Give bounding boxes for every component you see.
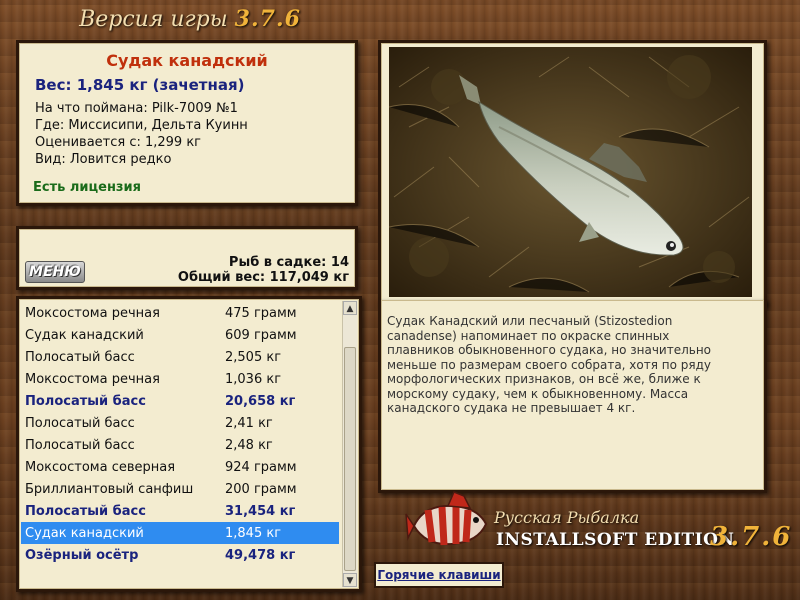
catch-row-fish-name: Полосатый басс — [25, 415, 135, 431]
scroll-down-button[interactable]: ▼ — [343, 573, 357, 587]
catch-row-weight: 2,41 кг — [225, 415, 273, 431]
catch-row-weight: 1,845 кг — [225, 525, 282, 541]
catch-list-row[interactable]: Моксостома северная 924 грамм — [21, 456, 339, 478]
license-status: Есть лицензия — [33, 180, 141, 195]
catch-row-weight: 475 грамм — [225, 305, 297, 321]
fish-weight: Вес: 1,845 кг (зачетная) — [35, 76, 245, 94]
fish-name: Судак канадский — [106, 51, 268, 70]
caught-on-line: На что поймана: Pilk-7009 №1 — [35, 101, 238, 116]
catch-row-fish-name: Судак канадский — [25, 525, 144, 541]
catch-list-row[interactable]: Полосатый басс 2,505 кг — [21, 346, 339, 368]
catch-row-weight: 200 грамм — [225, 481, 297, 497]
catch-row-fish-name: Бриллиантовый санфиш — [25, 481, 194, 497]
game-version-title: Версия игры 3.7.6 — [0, 6, 380, 32]
fish-photo — [389, 47, 752, 297]
catch-list-row[interactable]: Озёрный осётр 49,478 кг — [21, 544, 339, 566]
catch-row-weight: 2,505 кг — [225, 349, 282, 365]
catch-list-row[interactable]: Полосатый басс 31,454 кг — [21, 500, 339, 522]
version-prefix: Версия игры — [79, 7, 228, 32]
catch-row-weight: 49,478 кг — [225, 547, 296, 563]
cage-stats: Рыб в садке: 14 Общий вес: 117,049 кг — [178, 255, 349, 285]
location-line: Где: Миссисипи, Дельта Куинн — [35, 118, 248, 133]
catch-row-weight: 1,036 кг — [225, 371, 282, 387]
catch-list-panel: Моксостома речная 475 грамм Судак канадски… — [16, 296, 362, 592]
logo-title: Русская Рыбалка — [494, 508, 640, 527]
fish-description: Судак Канадский или песчаный (Stizostedi… — [387, 314, 712, 415]
catch-row-fish-name: Полосатый басс — [25, 349, 135, 365]
catch-list-row[interactable]: Судак канадский 1,845 кг — [21, 522, 339, 544]
version-number: 3.7.6 — [234, 6, 301, 32]
catch-row-fish-name: Моксостома северная — [25, 459, 176, 475]
catch-row-weight: 20,658 кг — [225, 393, 296, 409]
catch-row-weight: 609 грамм — [225, 327, 297, 343]
description-panel: Судак Канадский или песчаный (Stizostedi… — [378, 300, 767, 493]
catch-list-row[interactable]: Полосатый басс 2,41 кг — [21, 412, 339, 434]
logo-edition: INSTALLSOFT EDITION — [496, 530, 735, 550]
catch-row-fish-name: Полосатый басс — [25, 503, 146, 519]
catch-list-scrollbar[interactable]: ▲ ▼ — [342, 301, 357, 587]
fish-photo-panel — [378, 40, 767, 306]
catch-list-row[interactable]: Полосатый басс 2,48 кг — [21, 434, 339, 456]
catch-list[interactable]: Моксостома речная 475 грамм Судак канадски… — [21, 302, 339, 566]
fish-info-card: Судак канадский Вес: 1,845 кг (зачетная)… — [16, 40, 358, 206]
total-weight: Общий вес: 117,049 кг — [177, 270, 349, 285]
hotkeys-button[interactable]: Горячие клавиши — [374, 562, 504, 588]
walleye-fish-image — [389, 47, 752, 297]
scroll-up-button[interactable]: ▲ — [343, 301, 357, 315]
catch-row-fish-name: Полосатый басс — [25, 393, 146, 409]
menu-button[interactable]: МЕНЮ — [25, 261, 85, 283]
cage-summary-panel: МЕНЮ Рыб в садке: 14 Общий вес: 117,049 … — [16, 226, 358, 290]
catch-row-fish-name: Моксостома речная — [25, 305, 160, 321]
catch-row-fish-name: Судак канадский — [25, 327, 144, 343]
logo-version: 3.7.6 — [710, 522, 793, 552]
catch-row-fish-name: Озёрный осётр — [25, 547, 139, 563]
catch-row-fish-name: Полосатый басс — [25, 437, 135, 453]
fish-count: Рыб в садке: 14 — [228, 255, 349, 270]
catch-list-row[interactable]: Моксостома речная 1,036 кг — [21, 368, 339, 390]
catch-list-row[interactable]: Моксостома речная 475 грамм — [21, 302, 339, 324]
catch-list-row[interactable]: Судак канадский 609 грамм — [21, 324, 339, 346]
valued-from-line: Оценивается с: 1,299 кг — [35, 135, 202, 150]
scroll-thumb[interactable] — [344, 347, 356, 571]
catch-row-weight: 2,48 кг — [225, 437, 273, 453]
species-note-line: Вид: Ловится редко — [35, 152, 172, 167]
logo-fish-icon — [404, 490, 494, 560]
catch-list-row[interactable]: Бриллиантовый санфиш 200 грамм — [21, 478, 339, 500]
catch-row-weight: 31,454 кг — [225, 503, 296, 519]
catch-row-weight: 924 грамм — [225, 459, 297, 475]
catch-row-fish-name: Моксостома речная — [25, 371, 160, 387]
catch-list-row[interactable]: Полосатый басс 20,658 кг — [21, 390, 339, 412]
